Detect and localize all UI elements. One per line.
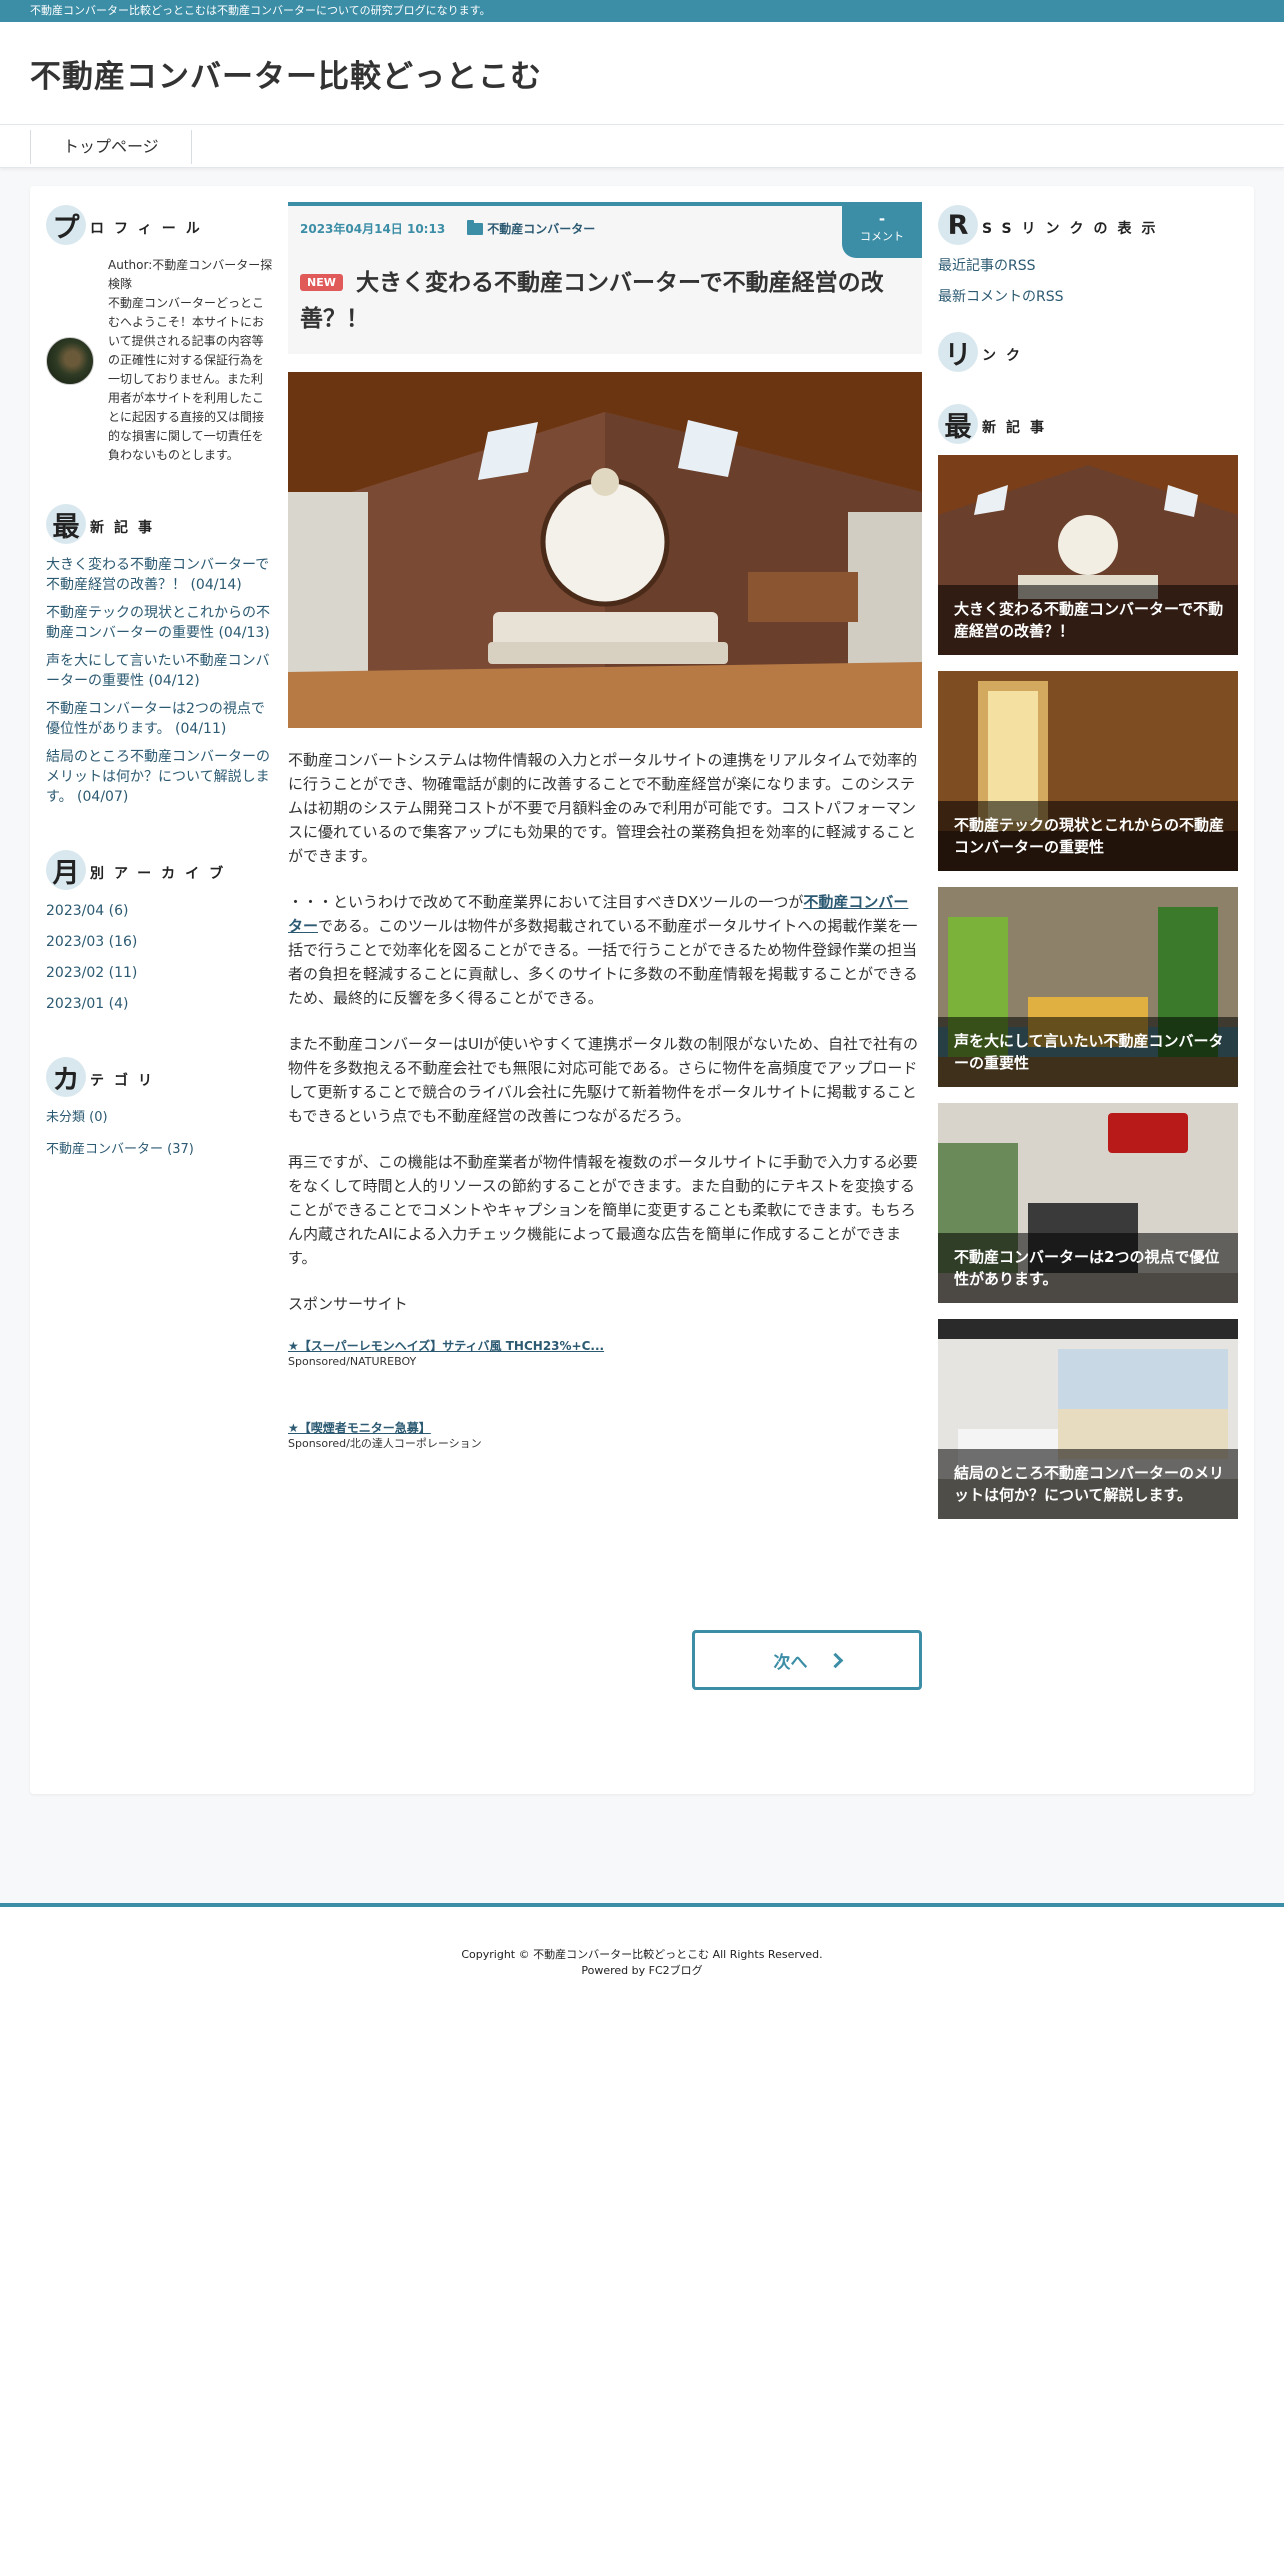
post-title: 大きく変わる不動産コンバーターで不動産経営の改善？！ xyxy=(300,270,884,332)
recent-post-link[interactable]: 不動産コンバーターは2つの視点で優位性があります。 (04/11) xyxy=(46,701,265,737)
archive-link[interactable]: 2023/04 (6) xyxy=(46,903,128,919)
profile-text: Author:不動産コンバーター探検隊不動産コンバーターどっとこむへようこそ！本… xyxy=(108,256,274,465)
post-header: 2023年04月14日 10:13 不動産コンバーター - コメント NEW 大… xyxy=(288,202,922,354)
left-sidebar: プ ロフィール Author:不動産コンバーター探検隊不動産コンバーターどっとこ… xyxy=(46,202,274,1172)
next-label: 次へ xyxy=(773,1652,808,1673)
next-page-button[interactable]: 次へ xyxy=(692,1630,922,1690)
ad-source: Sponsored/NATUREBOY xyxy=(288,1355,417,1368)
comment-count: - xyxy=(878,210,886,228)
recent-post-card[interactable]: 不動産テックの現状とこれからの不動産コンバーターの重要性 xyxy=(938,671,1238,871)
category-link[interactable]: 未分類 (0) xyxy=(46,1110,108,1125)
site-title[interactable]: 不動産コンバーター比較どっとこむ xyxy=(30,51,542,96)
widget-title-text: ンク xyxy=(982,348,1030,364)
profile: Author:不動産コンバーター探検隊不動産コンバーターどっとこむへようこそ！本… xyxy=(46,256,274,465)
widget-title-initial: 月 xyxy=(46,850,86,890)
widget-title-rss: R SSリンクの表示 xyxy=(938,202,1238,248)
category-link[interactable]: 不動産コンバーター (37) xyxy=(46,1142,194,1157)
post-paragraph: 不動産コンバートシステムは物件情報の入力とポータルサイトの連携をリアルタイムで効… xyxy=(288,751,918,865)
post-category-link[interactable]: 不動産コンバーター xyxy=(487,220,595,237)
archive-link[interactable]: 2023/03 (16) xyxy=(46,934,137,950)
profile-line: Author:不動産コンバーター探検隊 xyxy=(108,258,273,291)
sponsored-ad: ★【喫煙者モニター急募】 Sponsored/北の達人コーポレーション xyxy=(288,1420,922,1452)
archive-link[interactable]: 2023/01 (4) xyxy=(46,996,128,1012)
rss-recent-comments-link[interactable]: 最新コメントのRSS xyxy=(938,287,1238,307)
post-paragraph: また不動産コンバーターはUIが使いやすくて連携ポータル数の制限がないため、自社で… xyxy=(288,1035,918,1125)
footer-text: Copyright © 不動産コンバーター比較どっとこむ All Rights … xyxy=(0,1947,1284,1979)
archive-list: 2023/04 (6) 2023/03 (16) 2023/02 (11) 20… xyxy=(46,901,274,1014)
powered-by-link[interactable]: Powered by FC2ブログ xyxy=(581,1964,702,1977)
profile-line: 不動産コンバーターどっとこむへようこそ！本サイトにおいて提供される記事の内容等の… xyxy=(108,296,265,462)
recent-post-link[interactable]: 声を大にして言いたい不動産コンバーターの重要性 (04/12) xyxy=(46,653,270,689)
recent-posts-list: 大きく変わる不動産コンバーターで不動産経営の改善？！ (04/14) 不動産テッ… xyxy=(46,555,274,807)
nav-item-top[interactable]: トップページ xyxy=(30,130,192,164)
site-header: 不動産コンバーター比較どっとこむ xyxy=(0,22,1284,124)
widget-title-recent: 最 新記事 xyxy=(46,501,274,547)
rss-recent-posts-link[interactable]: 最近記事のRSS xyxy=(938,256,1238,276)
content-wrapper: プ ロフィール Author:不動産コンバーター探検隊不動産コンバーターどっとこ… xyxy=(30,186,1254,1794)
widget-title-links: リ ンク xyxy=(938,329,1238,375)
main-content: 2023年04月14日 10:13 不動産コンバーター - コメント NEW 大… xyxy=(288,202,922,1502)
post-paragraph: ・・・というわけで改めて不動産業界において注目すべきDXツールの一つが不動産コン… xyxy=(288,890,922,1010)
recent-post-card[interactable]: 不動産コンバーターは2つの視点で優位性があります。 xyxy=(938,1103,1238,1303)
recent-post-link[interactable]: 結局のところ不動産コンバーターのメリットは何か？について解説します。 (04/0… xyxy=(46,749,270,805)
post-meta: 2023年04月14日 10:13 不動産コンバーター xyxy=(300,219,910,237)
card-caption: 結局のところ不動産コンバーターのメリットは何か？について解説します。 xyxy=(938,1449,1238,1519)
post-body: 不動産コンバートシステムは物件情報の入力とポータルサイトの連携をリアルタイムで効… xyxy=(288,748,922,1452)
avatar xyxy=(46,336,94,385)
sponsored-ad: ★【スーパーレモンヘイズ】サティバ風 THCH23%+C... Sponsore… xyxy=(288,1338,922,1370)
ad-source: Sponsored/北の達人コーポレーション xyxy=(288,1437,482,1450)
widget-title-text: ロフィール xyxy=(90,221,210,237)
widget-title-text: 新記事 xyxy=(982,420,1054,436)
site-description: 不動産コンバーター比較どっとこむは不動産コンバーターについての研究ブログになりま… xyxy=(30,4,491,17)
category-list: 未分類 (0) 不動産コンバーター (37) xyxy=(46,1108,274,1160)
card-caption: 不動産テックの現状とこれからの不動産コンバーターの重要性 xyxy=(938,801,1238,871)
card-caption: 声を大にして言いたい不動産コンバーターの重要性 xyxy=(938,1017,1238,1087)
recent-post-link[interactable]: 不動産テックの現状とこれからの不動産コンバーターの重要性 (04/13) xyxy=(46,605,270,641)
folder-icon xyxy=(467,219,484,235)
widget-title-text: SSリンクの表示 xyxy=(982,221,1166,237)
widget-title-initial: プ xyxy=(46,205,86,245)
copyright: Copyright © 不動産コンバーター比較どっとこむ All Rights … xyxy=(461,1948,823,1961)
widget-title-initial: 最 xyxy=(938,404,978,444)
widget-title-initial: 最 xyxy=(46,504,86,544)
sponsor-heading: スポンサーサイト xyxy=(288,1295,408,1313)
widget-title-text: テゴリ xyxy=(90,1073,162,1089)
new-badge: NEW xyxy=(300,274,343,291)
post-text: ・・・というわけで改めて不動産業界において注目すべきDXツールの一つが xyxy=(288,893,804,911)
recent-post-card[interactable]: 結局のところ不動産コンバーターのメリットは何か？について解説します。 xyxy=(938,1319,1238,1519)
recent-post-card[interactable]: 声を大にして言いたい不動産コンバーターの重要性 xyxy=(938,887,1238,1087)
top-bar: 不動産コンバーター比較どっとこむは不動産コンバーターについての研究ブログになりま… xyxy=(0,0,1284,22)
widget-title-initial: カ xyxy=(46,1057,86,1097)
archive-link[interactable]: 2023/02 (11) xyxy=(46,965,137,981)
chevron-right-icon xyxy=(827,1652,843,1668)
ad-link[interactable]: ★【喫煙者モニター急募】 xyxy=(288,1420,922,1436)
post-text: である。このツールは物件が多数掲載されている不動産ポータルサイトへの掲載作業を一… xyxy=(288,917,918,1007)
comment-button[interactable]: - コメント xyxy=(842,202,922,258)
right-sidebar: R SSリンクの表示 最近記事のRSS 最新コメントのRSS リ ンク 最 新記… xyxy=(938,202,1238,1535)
widget-title-archive: 月 別アーカイブ xyxy=(46,847,274,893)
widget-title-recent-cards: 最 新記事 xyxy=(938,401,1238,447)
widget-title-profile: プ ロフィール xyxy=(46,202,274,248)
post-paragraph: 再三ですが、この機能は不動産業者が物件情報を複数のポータルサイトに手動で入力する… xyxy=(288,1153,918,1267)
post-date: 2023年04月14日 10:13 xyxy=(300,222,446,236)
card-caption: 不動産コンバーターは2つの視点で優位性があります。 xyxy=(938,1233,1238,1303)
widget-title-text: 別アーカイブ xyxy=(90,866,234,882)
widget-title-category: カ テゴリ xyxy=(46,1054,274,1100)
attic-bedroom-image xyxy=(288,372,922,728)
card-caption: 大きく変わる不動産コンバーターで不動産経営の改善？！ xyxy=(938,585,1238,655)
site-footer: Copyright © 不動産コンバーター比較どっとこむ All Rights … xyxy=(0,1903,1284,2568)
ad-link[interactable]: ★【スーパーレモンヘイズ】サティバ風 THCH23%+C... xyxy=(288,1338,922,1354)
widget-title-text: 新記事 xyxy=(90,520,162,536)
widget-title-initial: R xyxy=(938,205,978,245)
post-hero-image xyxy=(288,372,922,728)
global-nav: トップページ xyxy=(0,124,1284,168)
recent-post-card[interactable]: 大きく変わる不動産コンバーターで不動産経営の改善？！ xyxy=(938,455,1238,655)
recent-post-link[interactable]: 大きく変わる不動産コンバーターで不動産経営の改善？！ (04/14) xyxy=(46,557,269,593)
comment-label: コメント xyxy=(860,230,904,243)
post-title-row: NEW 大きく変わる不動産コンバーターで不動産経営の改善？！ xyxy=(300,265,910,337)
widget-title-initial: リ xyxy=(938,332,978,372)
